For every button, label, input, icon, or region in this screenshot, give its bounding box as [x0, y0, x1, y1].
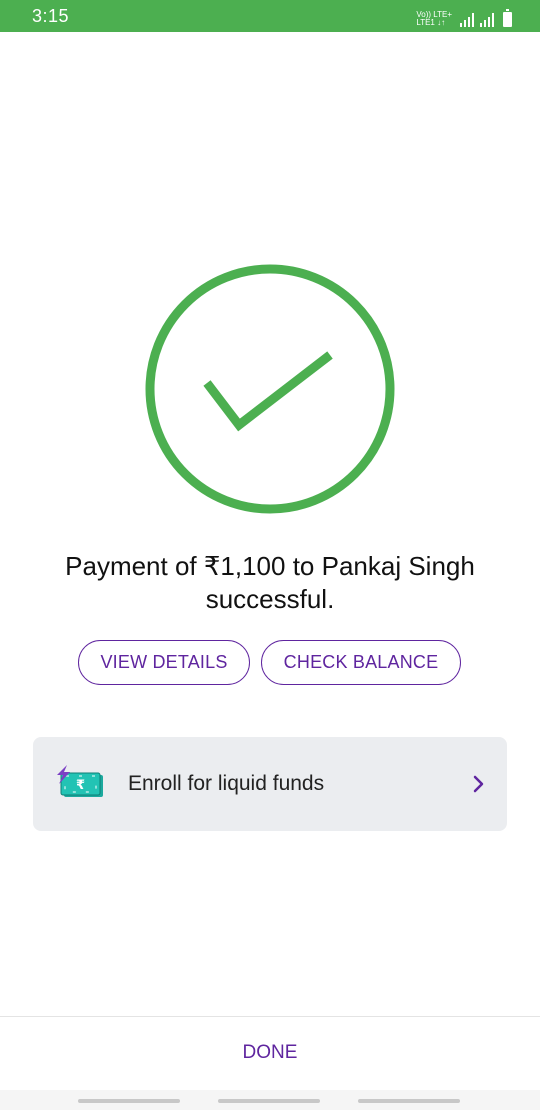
signal-icon: [480, 13, 494, 27]
svg-text:₹: ₹: [76, 778, 85, 793]
check-circle-icon: [144, 263, 396, 515]
footer-divider: [0, 1016, 540, 1017]
status-bar: 3:15 Vo)) LTE+ LTE1 ↓↑: [0, 0, 540, 32]
signal-icon: [460, 13, 474, 27]
nav-recents-pill[interactable]: [358, 1099, 460, 1103]
network-label-2: LTE1 ↓↑: [416, 18, 446, 27]
volte-icon: Vo)) LTE+ LTE1 ↓↑: [416, 11, 452, 27]
payment-success-message: Payment of ₹1,100 to Pankaj Singh succes…: [65, 551, 475, 614]
check-balance-button[interactable]: CHECK BALANCE: [261, 640, 461, 685]
done-button[interactable]: DONE: [200, 1035, 340, 1071]
status-icons: Vo)) LTE+ LTE1 ↓↑: [416, 5, 512, 27]
rupee-note-icon: ₹: [55, 765, 105, 801]
nav-back-pill[interactable]: [78, 1099, 180, 1103]
promo-label: Enroll for liquid funds: [128, 772, 325, 795]
liquid-funds-card[interactable]: ₹ Enroll for liquid funds: [33, 737, 507, 831]
status-time: 3:15: [32, 6, 70, 26]
view-details-button[interactable]: VIEW DETAILS: [78, 640, 250, 685]
navigation-bar: [0, 1090, 540, 1110]
chevron-right-icon: [473, 775, 485, 793]
nav-home-pill[interactable]: [218, 1099, 320, 1103]
battery-icon: [503, 9, 512, 27]
